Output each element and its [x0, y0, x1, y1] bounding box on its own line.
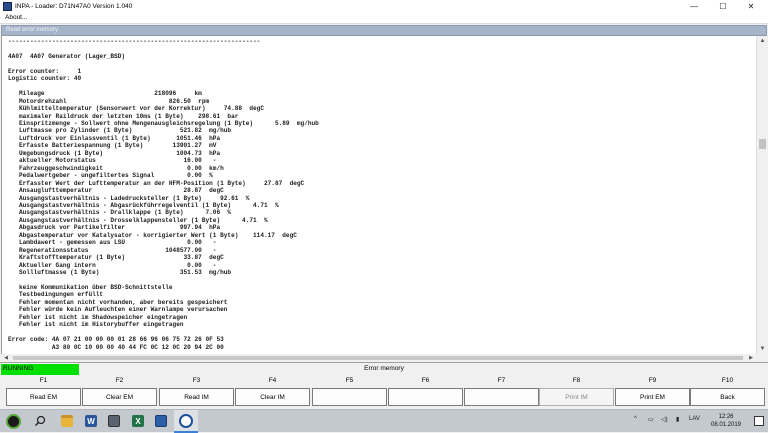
fkey-f8-button[interactable]: Print IM: [539, 388, 614, 406]
fkey-label: F4: [268, 377, 277, 384]
fkey-label: F6: [421, 377, 430, 384]
clock-date: 08.01.2019: [710, 422, 742, 428]
fkey-f5-button[interactable]: [312, 388, 387, 406]
fkey-label: F10: [721, 377, 734, 384]
file-explorer-icon[interactable]: [59, 413, 75, 429]
fkey-f5: F5: [312, 376, 387, 409]
horizontal-scrollbar[interactable]: ◀ ▶: [1, 354, 756, 362]
fkey-f7: F7: [464, 376, 539, 409]
panel-header: Read error memory: [1, 25, 767, 36]
fkey-f10: F10 Back: [690, 376, 765, 409]
tray-chevron-icon[interactable]: ^: [634, 416, 637, 422]
fkey-label: F2: [115, 377, 124, 384]
error-memory-text: ----------------------------------------…: [8, 38, 319, 351]
fkey-f3: F3 Read IM: [159, 376, 234, 409]
scroll-up-icon[interactable]: ▲: [757, 36, 768, 46]
menu-about[interactable]: About...: [5, 14, 27, 21]
fkey-f8: F8 Print IM: [539, 376, 614, 409]
horizontal-scroll-thumb[interactable]: [13, 356, 743, 360]
fkey-label: F7: [497, 377, 506, 384]
active-inpa-task[interactable]: [174, 410, 198, 433]
fkey-f9-button[interactable]: Print EM: [615, 388, 690, 406]
clock[interactable]: 12:26 08.01.2019: [706, 413, 746, 429]
fkey-f6: F6: [388, 376, 463, 409]
fkey-f4: F4 Clear IM: [235, 376, 310, 409]
close-button[interactable]: ✕: [734, 0, 768, 13]
start-button[interactable]: [3, 412, 23, 431]
scroll-down-icon[interactable]: ▼: [757, 344, 768, 354]
start-icon: [5, 414, 21, 429]
status-row: RUNNING Error memory: [0, 362, 768, 375]
fkey-f2: F2 Clear EM: [82, 376, 157, 409]
window-title: INPA - Loader: D71N47A0 Version 1.040: [15, 3, 133, 10]
fkey-label: F8: [572, 377, 581, 384]
running-status-badge: RUNNING: [1, 364, 79, 375]
volume-icon[interactable]: ◁): [661, 416, 668, 423]
fkey-f1: F1 Read EM: [6, 376, 81, 409]
app-icon: [3, 2, 12, 11]
fkey-label: F9: [648, 377, 657, 384]
function-key-bar: F1 Read EM F2 Clear EM F3 Read IM F4 Clear IM F5…: [0, 376, 768, 409]
panel-header-label: Read error memory: [6, 27, 59, 33]
notification-icon[interactable]: [754, 416, 764, 426]
title-bar: INPA - Loader: D71N47A0 Version 1.040: [0, 0, 768, 13]
fkey-f6-button[interactable]: [388, 388, 463, 406]
tool-icon[interactable]: [106, 413, 122, 429]
fkey-f10-button[interactable]: Back: [690, 388, 765, 406]
excel-icon[interactable]: X: [130, 413, 146, 429]
fkey-label: F5: [345, 377, 354, 384]
fkey-label: F1: [39, 377, 48, 384]
taskbar: W X ^ ▭ ◁) ▮ LAV 12:26 08.01.2019: [0, 409, 768, 433]
fkey-f1-button[interactable]: Read EM: [6, 388, 81, 406]
network-icon[interactable]: ▭: [648, 416, 654, 423]
clock-time: 12:26: [718, 414, 734, 420]
fkey-f3-button[interactable]: Read IM: [159, 388, 234, 406]
fkey-f9: F9 Print EM: [615, 376, 690, 409]
word-icon[interactable]: W: [83, 413, 99, 429]
vertical-scroll-thumb[interactable]: [759, 139, 766, 149]
bmw-icon: [179, 414, 193, 428]
error-memory-text-area[interactable]: ----------------------------------------…: [1, 36, 756, 354]
fkey-label: F3: [192, 377, 201, 384]
vertical-scrollbar[interactable]: ▲ ▼: [756, 36, 767, 354]
language-indicator[interactable]: LAV: [689, 416, 700, 422]
fkey-f7-button[interactable]: [464, 388, 539, 406]
search-icon[interactable]: [32, 413, 48, 429]
status-center-label: Error memory: [364, 365, 404, 372]
fkey-f2-button[interactable]: Clear EM: [82, 388, 157, 406]
battery-icon[interactable]: ▮: [676, 416, 679, 423]
app-window-icon[interactable]: [153, 413, 169, 429]
fkey-f4-button[interactable]: Clear IM: [235, 388, 310, 406]
menu-bar: About...: [0, 13, 768, 24]
scroll-right-icon[interactable]: ▶: [746, 354, 756, 362]
scroll-left-icon[interactable]: ◀: [1, 354, 11, 362]
